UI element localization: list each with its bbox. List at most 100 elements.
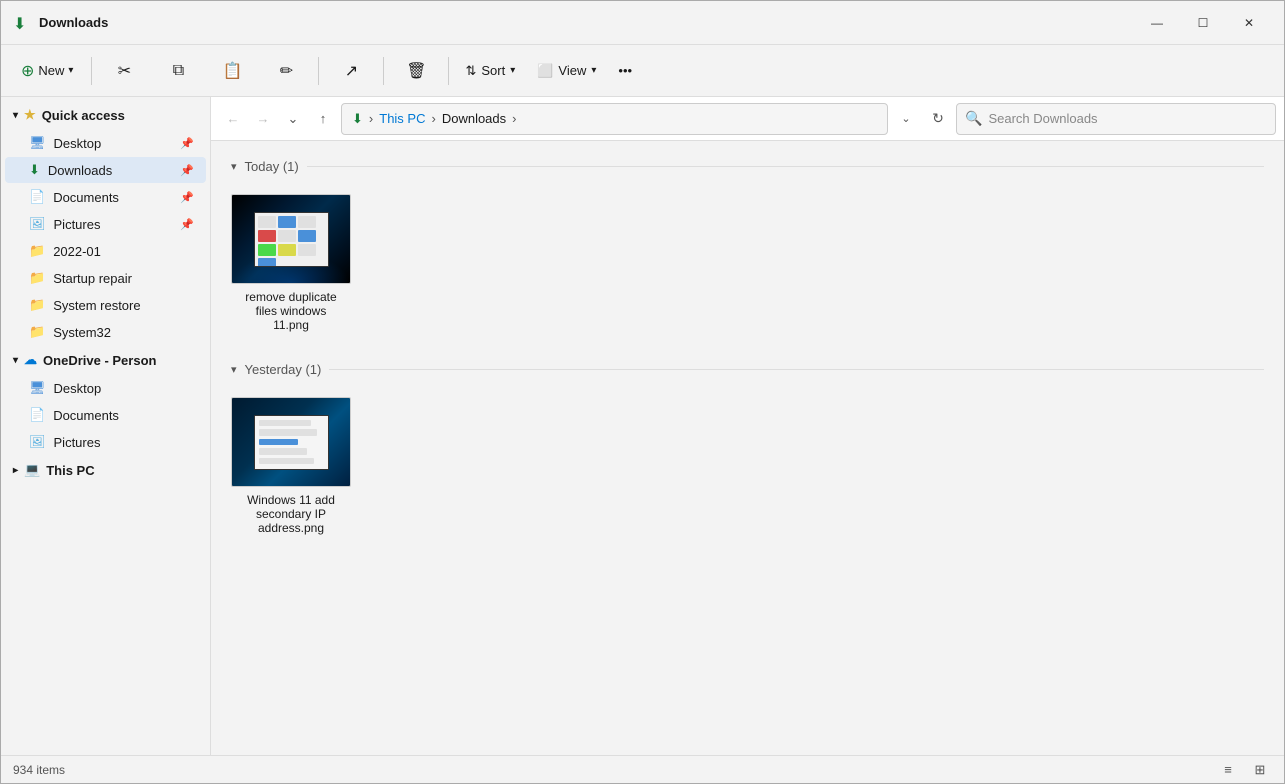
sort-button[interactable]: ⇅ Sort ▾ xyxy=(455,55,525,87)
nav-item-label: Documents xyxy=(53,408,119,423)
thispc-label: This PC xyxy=(46,463,94,478)
onedrive-section[interactable]: ▾ ☁ OneDrive - Person xyxy=(1,346,210,374)
sort-dropdown-icon: ▾ xyxy=(510,65,515,76)
window-controls: — ☐ ✕ xyxy=(1134,7,1272,39)
list-view-button[interactable]: ≡ xyxy=(1216,759,1240,781)
search-placeholder: Search Downloads xyxy=(988,111,1097,126)
group-header-yesterday[interactable]: ▾ Yesterday (1) xyxy=(231,356,1264,381)
view-label: View xyxy=(558,63,586,78)
nav-item-pictures[interactable]: 🖼 Pictures 📌 xyxy=(5,211,206,237)
path-sep-2: › xyxy=(431,111,435,126)
pin-icon: 📌 xyxy=(180,137,194,150)
share-button[interactable]: ↗ xyxy=(325,50,377,92)
paste-icon: 📋 xyxy=(222,61,242,81)
nav-item-label: System32 xyxy=(53,325,111,340)
main-area: ▾ ★ Quick access 🖥 Desktop 📌 ⬇ Downloads… xyxy=(1,97,1284,755)
thumb-inner-2 xyxy=(254,415,329,470)
maximize-button[interactable]: ☐ xyxy=(1180,7,1226,39)
path-this-pc[interactable]: This PC xyxy=(379,111,425,126)
new-dropdown-icon: ▾ xyxy=(68,65,73,76)
file-view: ▾ Today (1) xyxy=(211,141,1284,755)
files-grid-yesterday: Windows 11 add secondary IP address.png xyxy=(231,381,1264,559)
nav-item-2022-01[interactable]: 📁 2022-01 xyxy=(5,238,206,264)
nav-item-startup-repair[interactable]: 📁 Startup repair xyxy=(5,265,206,291)
desktop-icon: 🖥 xyxy=(29,380,46,396)
nav-item-system-restore[interactable]: 📁 System restore xyxy=(5,292,206,318)
folder-icon: 📁 xyxy=(29,297,45,313)
file-thumbnail-0 xyxy=(231,194,351,284)
recent-button[interactable]: ⌄ xyxy=(279,105,307,133)
status-bar-right: ≡ ⊞ xyxy=(1216,759,1272,781)
copy-button[interactable]: ⧉ xyxy=(152,50,204,92)
nav-item-label: Desktop xyxy=(54,136,102,151)
onedrive-pictures[interactable]: 🖼 Pictures xyxy=(5,429,206,455)
delete-button[interactable]: 🗑 xyxy=(390,50,442,92)
new-button[interactable]: ⊕ New ▾ xyxy=(9,50,85,92)
nav-item-downloads[interactable]: ⬇ Downloads 📌 xyxy=(5,157,206,183)
file-name-0: remove duplicate files windows 11.png xyxy=(239,290,343,332)
refresh-button[interactable]: ↻ xyxy=(924,105,952,133)
nav-item-system32[interactable]: 📁 System32 xyxy=(5,319,206,345)
mini-block xyxy=(258,230,276,242)
grid-view-button[interactable]: ⊞ xyxy=(1248,759,1272,781)
search-box[interactable]: 🔍 Search Downloads xyxy=(956,103,1276,135)
separator-2 xyxy=(318,57,319,85)
path-dropdown-button[interactable]: ⌄ xyxy=(892,105,920,133)
folder-icon: 📁 xyxy=(29,270,45,286)
thumb-content xyxy=(255,213,328,266)
minimize-button[interactable]: — xyxy=(1134,7,1180,39)
path-sep-3: › xyxy=(512,111,516,126)
onedrive-documents[interactable]: 📄 Documents xyxy=(5,402,206,428)
file-thumbnail-1 xyxy=(231,397,351,487)
separator-1 xyxy=(91,57,92,85)
onedrive-icon: ☁ xyxy=(24,352,37,368)
onedrive-chevron: ▾ xyxy=(13,355,18,366)
path-sep-1: › xyxy=(369,111,373,126)
mini-block xyxy=(258,258,276,267)
more-icon: ••• xyxy=(618,63,632,78)
nav-item-documents[interactable]: 📄 Documents 📌 xyxy=(5,184,206,210)
quick-access-label: Quick access xyxy=(42,108,125,123)
onedrive-desktop[interactable]: 🖥 Desktop xyxy=(5,375,206,401)
item-count: 934 items xyxy=(13,763,65,777)
cut-button[interactable]: ✂ xyxy=(98,50,150,92)
rename-button[interactable]: ✏ xyxy=(260,50,312,92)
title-bar: ⬇ Downloads — ☐ ✕ xyxy=(1,1,1284,45)
mini-block xyxy=(278,230,296,242)
mini-block xyxy=(298,230,316,242)
nav-item-label: System restore xyxy=(53,298,140,313)
file-item-0[interactable]: remove duplicate files windows 11.png xyxy=(231,186,351,340)
pictures-icon: 🖼 xyxy=(29,216,46,232)
up-button[interactable]: ↑ xyxy=(309,105,337,133)
pin-icon: 📌 xyxy=(180,218,194,231)
status-bar: 934 items ≡ ⊞ xyxy=(1,755,1284,783)
mini-block xyxy=(278,216,296,228)
search-icon: 🔍 xyxy=(965,110,982,127)
paste-button[interactable]: 📋 xyxy=(206,50,258,92)
nav-item-label: Startup repair xyxy=(53,271,132,286)
file-name-1: Windows 11 add secondary IP address.png xyxy=(239,493,343,535)
group-header-today[interactable]: ▾ Today (1) xyxy=(231,153,1264,178)
view-button[interactable]: ⬜ View ▾ xyxy=(527,55,606,87)
forward-button[interactable]: → xyxy=(249,105,277,133)
more-button[interactable]: ••• xyxy=(608,55,642,87)
thispc-section[interactable]: ▸ 💻 This PC xyxy=(1,456,210,484)
copy-icon: ⧉ xyxy=(173,62,184,80)
folder-icon: 📁 xyxy=(29,243,45,259)
nav-item-label: Documents xyxy=(53,190,119,205)
quick-access-section[interactable]: ▾ ★ Quick access xyxy=(1,101,210,129)
file-item-1[interactable]: Windows 11 add secondary IP address.png xyxy=(231,389,351,543)
path-icon: ⬇ xyxy=(352,111,363,127)
path-downloads: Downloads xyxy=(442,111,506,126)
new-icon: ⊕ xyxy=(21,61,34,81)
window-title: Downloads xyxy=(39,15,1134,30)
address-path[interactable]: ⬇ › This PC › Downloads › xyxy=(341,103,888,135)
nav-item-label: 2022-01 xyxy=(53,244,101,259)
group-divider-today xyxy=(307,166,1264,167)
share-icon: ↗ xyxy=(345,61,358,81)
thumb-inner xyxy=(254,212,329,267)
back-button[interactable]: ← xyxy=(219,105,247,133)
nav-item-desktop[interactable]: 🖥 Desktop 📌 xyxy=(5,130,206,156)
close-button[interactable]: ✕ xyxy=(1226,7,1272,39)
app-icon: ⬇ xyxy=(13,14,31,32)
